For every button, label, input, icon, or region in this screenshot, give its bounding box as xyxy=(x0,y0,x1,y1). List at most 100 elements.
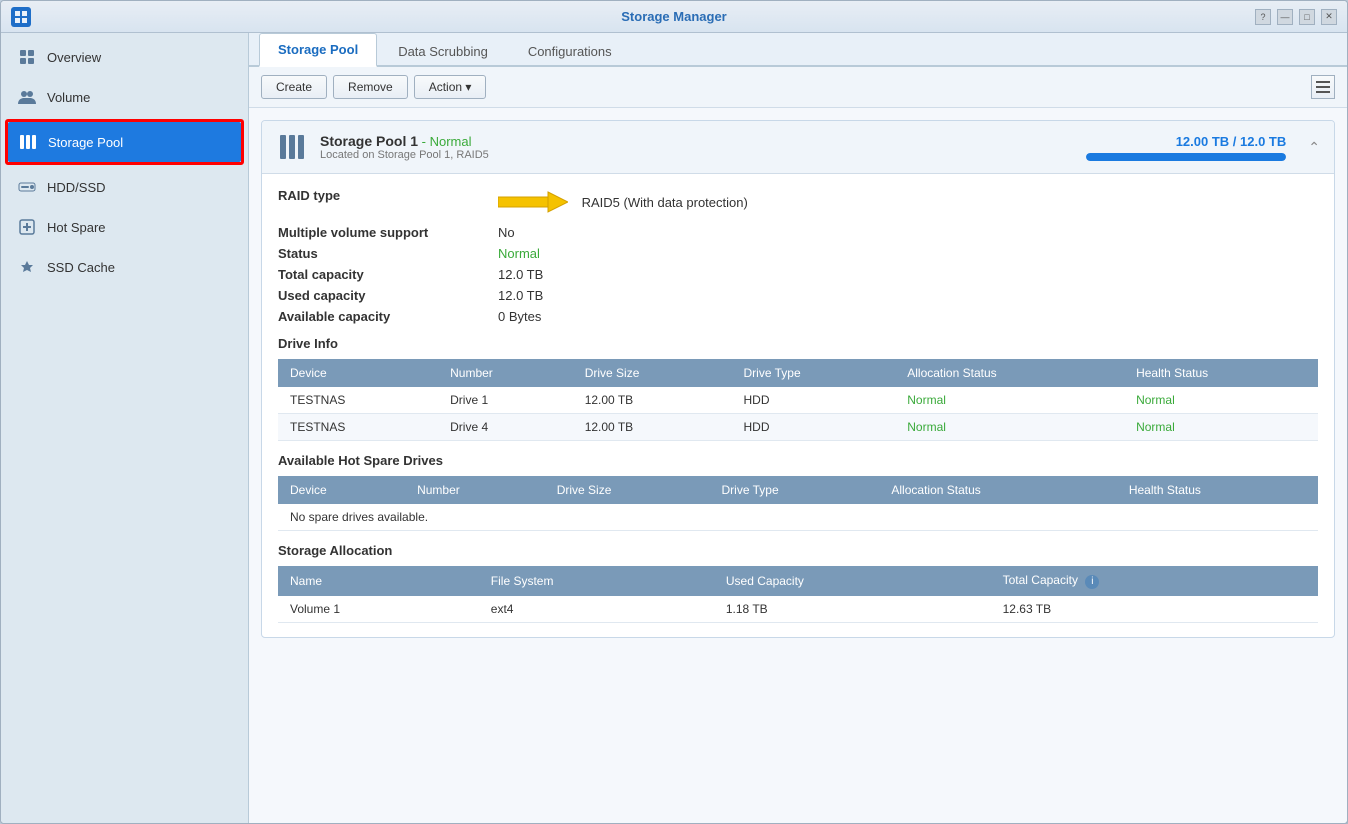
hot-spare-table: Device Number Drive Size Drive Type Allo… xyxy=(278,476,1318,531)
drive1-device: TESTNAS xyxy=(278,387,438,414)
pool-name-line: Storage Pool 1 - Normal xyxy=(320,133,1074,149)
total-capacity-info-icon[interactable]: i xyxy=(1085,575,1099,589)
detail-status: Status Normal xyxy=(278,246,1318,261)
main-layout: Overview Volume xyxy=(1,33,1347,823)
detail-raid-type-value: RAID5 (With data protection) xyxy=(498,188,748,219)
spare-col-health: Health Status xyxy=(1117,476,1318,504)
drive-info-col-health: Health Status xyxy=(1124,359,1318,387)
app-icon xyxy=(11,7,31,27)
pool-header-icon xyxy=(276,131,308,163)
hot-spare-icon xyxy=(17,217,37,237)
sidebar-item-ssd-cache-label: SSD Cache xyxy=(47,260,115,275)
drive-info-header-row: Device Number Drive Size Drive Type Allo… xyxy=(278,359,1318,387)
vol1-total: 12.63 TB xyxy=(991,596,1318,623)
spare-empty-message: No spare drives available. xyxy=(278,504,1318,531)
drive4-allocation: Normal xyxy=(895,414,1124,441)
pool-details: RAID type RAID5 (With data protection xyxy=(262,174,1334,637)
vol1-filesystem: ext4 xyxy=(479,596,714,623)
drive-info-col-allocation: Allocation Status xyxy=(895,359,1124,387)
spare-col-number: Number xyxy=(405,476,545,504)
pool-capacity: 12.00 TB / 12.0 TB xyxy=(1086,134,1286,161)
detail-available-capacity-label: Available capacity xyxy=(278,309,498,324)
remove-button[interactable]: Remove xyxy=(333,75,408,99)
sidebar-item-volume-label: Volume xyxy=(47,90,90,105)
close-button[interactable]: ✕ xyxy=(1321,9,1337,25)
sidebar-item-volume[interactable]: Volume xyxy=(1,77,248,117)
sidebar-item-hdd-ssd-label: HDD/SSD xyxy=(47,180,106,195)
detail-available-capacity-value: 0 Bytes xyxy=(498,309,541,324)
drive1-health: Normal xyxy=(1124,387,1318,414)
capacity-bar-container xyxy=(1086,153,1286,161)
spare-col-size: Drive Size xyxy=(545,476,710,504)
alloc-col-used: Used Capacity xyxy=(714,566,991,596)
create-button[interactable]: Create xyxy=(261,75,327,99)
storage-alloc-header-row: Name File System Used Capacity Total Cap… xyxy=(278,566,1318,596)
drive4-number: Drive 4 xyxy=(438,414,573,441)
pool-card: Storage Pool 1 - Normal Located on Stora… xyxy=(261,120,1335,638)
sidebar-item-hot-spare-label: Hot Spare xyxy=(47,220,106,235)
detail-raid-type-label: RAID type xyxy=(278,188,498,219)
sidebar-item-hot-spare[interactable]: Hot Spare xyxy=(1,207,248,247)
table-row: TESTNAS Drive 4 12.00 TB HDD Normal Norm… xyxy=(278,414,1318,441)
pool-header: Storage Pool 1 - Normal Located on Stora… xyxy=(262,121,1334,174)
tab-storage-pool[interactable]: Storage Pool xyxy=(259,33,377,67)
title-bar-left xyxy=(11,7,31,27)
drive-info-col-size: Drive Size xyxy=(573,359,732,387)
action-button[interactable]: Action ▾ xyxy=(414,75,487,99)
detail-multiple-volume: Multiple volume support No xyxy=(278,225,1318,240)
sidebar-item-storage-pool-label: Storage Pool xyxy=(48,135,123,150)
drive-info-table: Device Number Drive Size Drive Type Allo… xyxy=(278,359,1318,441)
detail-status-value: Normal xyxy=(498,246,540,261)
vol1-used: 1.18 TB xyxy=(714,596,991,623)
tabs-bar: Storage Pool Data Scrubbing Configuratio… xyxy=(249,33,1347,67)
alloc-col-filesystem: File System xyxy=(479,566,714,596)
tab-configurations[interactable]: Configurations xyxy=(509,35,631,67)
volume-icon xyxy=(17,87,37,107)
drive-info-col-device: Device xyxy=(278,359,438,387)
detail-status-label: Status xyxy=(278,246,498,261)
spare-empty-row: No spare drives available. xyxy=(278,504,1318,531)
pool-collapse-button[interactable]: ⌃ xyxy=(1308,139,1320,156)
alloc-col-name: Name xyxy=(278,566,479,596)
content-area: Storage Pool Data Scrubbing Configuratio… xyxy=(249,33,1347,823)
window-title: Storage Manager xyxy=(621,9,726,24)
sidebar-item-storage-pool[interactable]: Storage Pool xyxy=(8,122,241,162)
pool-title-group: Storage Pool 1 - Normal Located on Stora… xyxy=(320,133,1074,161)
detail-multiple-volume-label: Multiple volume support xyxy=(278,225,498,240)
maximize-button[interactable]: □ xyxy=(1299,9,1315,25)
hot-spare-header-row: Device Number Drive Size Drive Type Allo… xyxy=(278,476,1318,504)
sidebar-item-overview[interactable]: Overview xyxy=(1,37,248,77)
storage-allocation-title: Storage Allocation xyxy=(278,543,1318,558)
pool-name: Storage Pool 1 xyxy=(320,133,418,149)
pool-status: - Normal xyxy=(422,134,472,149)
title-bar: Storage Manager ? — □ ✕ xyxy=(1,1,1347,33)
pool-capacity-text: 12.00 TB / 12.0 TB xyxy=(1086,134,1286,149)
sidebar-item-overview-label: Overview xyxy=(47,50,101,65)
view-toggle-button[interactable] xyxy=(1311,75,1335,99)
main-window: Storage Manager ? — □ ✕ Overview xyxy=(0,0,1348,824)
detail-total-capacity: Total capacity 12.0 TB xyxy=(278,267,1318,282)
toolbar: Create Remove Action ▾ xyxy=(249,67,1347,108)
sidebar-item-ssd-cache[interactable]: SSD Cache xyxy=(1,247,248,287)
hdd-icon xyxy=(17,177,37,197)
help-button[interactable]: ? xyxy=(1255,9,1271,25)
pool-content: Storage Pool 1 - Normal Located on Stora… xyxy=(249,108,1347,823)
sidebar-item-hdd-ssd[interactable]: HDD/SSD xyxy=(1,167,248,207)
storage-allocation-table: Name File System Used Capacity Total Cap… xyxy=(278,566,1318,623)
drive-info-title: Drive Info xyxy=(278,336,1318,351)
drive-info-col-type: Drive Type xyxy=(732,359,896,387)
detail-used-capacity-label: Used capacity xyxy=(278,288,498,303)
table-row: TESTNAS Drive 1 12.00 TB HDD Normal Norm… xyxy=(278,387,1318,414)
detail-multiple-volume-value: No xyxy=(498,225,515,240)
vol1-name: Volume 1 xyxy=(278,596,479,623)
table-row: Volume 1 ext4 1.18 TB 12.63 TB xyxy=(278,596,1318,623)
spare-col-type: Drive Type xyxy=(709,476,879,504)
minimize-button[interactable]: — xyxy=(1277,9,1293,25)
detail-used-capacity-value: 12.0 TB xyxy=(498,288,543,303)
drive4-health: Normal xyxy=(1124,414,1318,441)
alloc-col-total: Total Capacity i xyxy=(991,566,1318,596)
sidebar: Overview Volume xyxy=(1,33,249,823)
tab-data-scrubbing[interactable]: Data Scrubbing xyxy=(379,35,507,67)
drive-info-col-number: Number xyxy=(438,359,573,387)
yellow-arrow-annotation xyxy=(498,188,568,219)
